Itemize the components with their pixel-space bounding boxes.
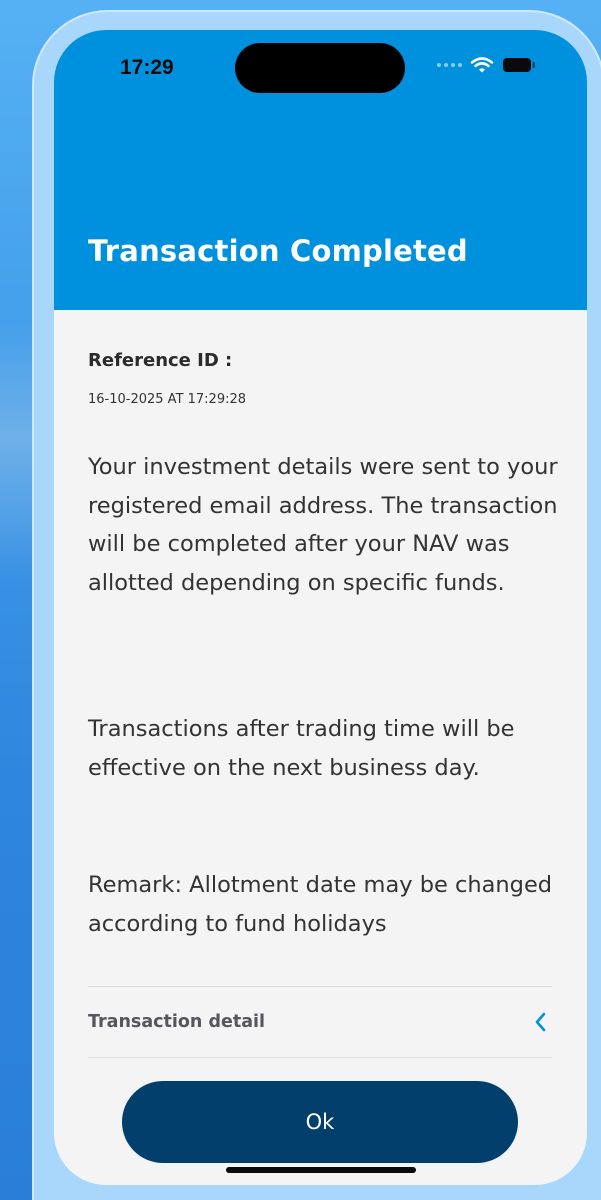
header-bar: 17:29 Transaction Completed [54,30,587,310]
wifi-icon [470,57,494,73]
page-title: Transaction Completed [88,234,468,268]
message-trading-time: Transactions after trading time will be … [88,716,515,781]
battery-icon [503,58,535,72]
reference-id-label: Reference ID : [88,350,233,371]
message-remark: Remark: Allotment date may be changed ac… [88,872,553,937]
dynamic-island [235,43,405,93]
cellular-signal-icon [437,63,462,67]
home-indicator [226,1167,416,1173]
divider [88,1057,552,1058]
transaction-detail-label: Transaction detail [88,1012,266,1032]
reference-datetime: 16-10-2025 AT 17:29:28 [88,392,247,407]
app-screen: 17:29 Transaction Completed Reference ID… [54,30,587,1185]
chevron-left-icon[interactable] [528,1010,552,1034]
ok-button[interactable]: Ok [122,1081,518,1163]
status-icons [437,56,536,74]
message-email-sent: Your investment details were sent to you… [88,454,558,596]
transaction-detail-row[interactable]: Transaction detail [88,987,552,1057]
status-time: 17:29 [120,56,174,79]
